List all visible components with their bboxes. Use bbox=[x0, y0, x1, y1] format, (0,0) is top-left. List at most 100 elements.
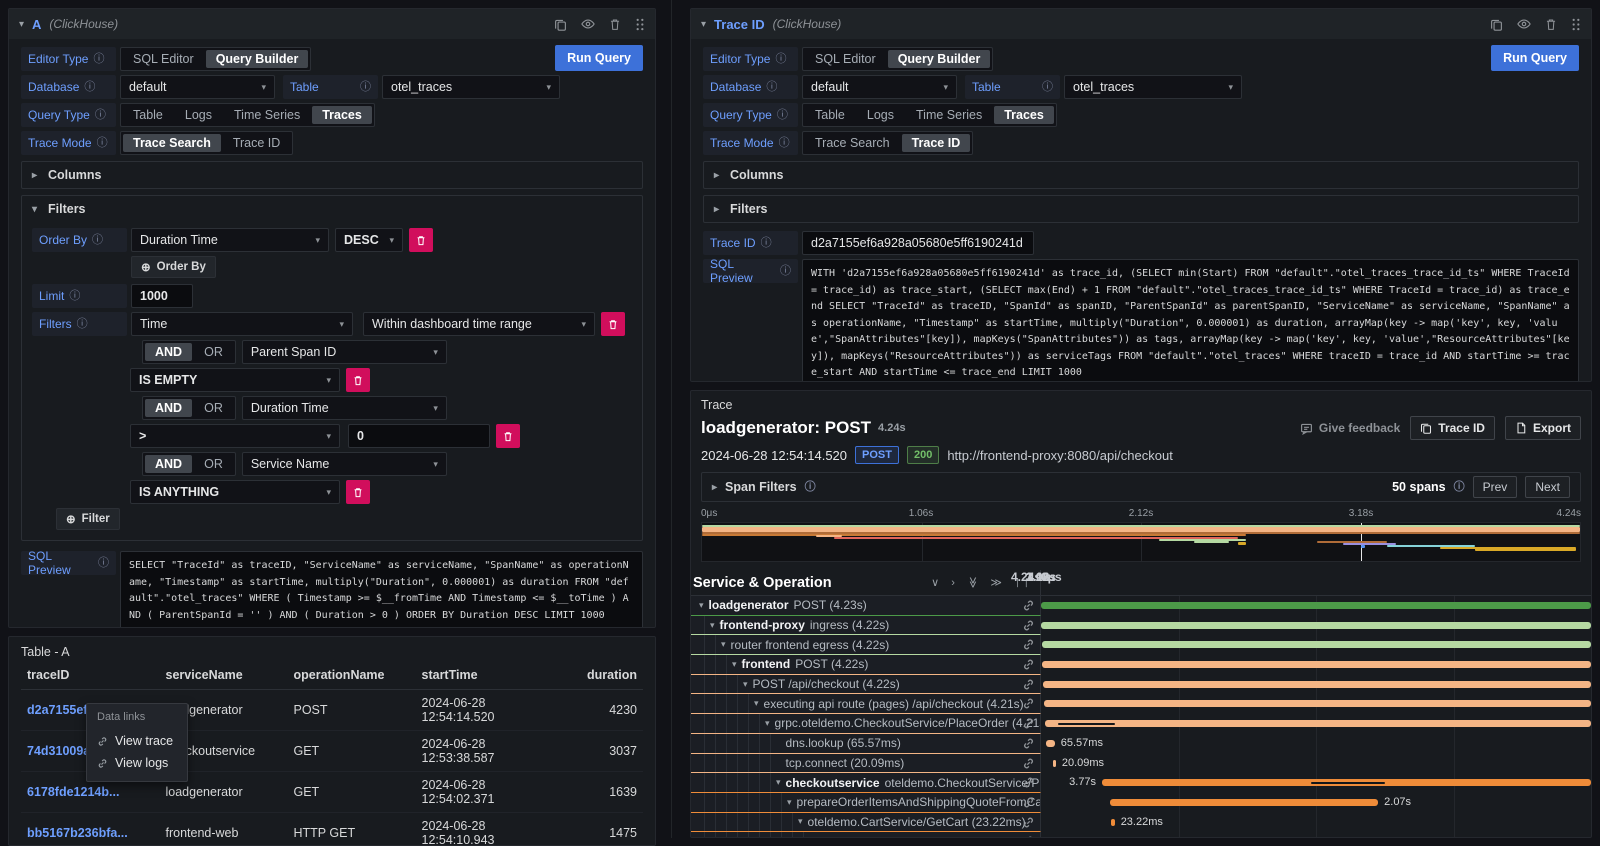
filters-toggle[interactable]: ▸Filters bbox=[704, 196, 1578, 222]
span-row[interactable]: ▾loadgeneratorPOST (4.23s) bbox=[691, 596, 1591, 616]
drag-handle-icon[interactable] bbox=[635, 18, 645, 31]
span-timeline-cell[interactable] bbox=[1041, 832, 1591, 838]
run-query-button[interactable]: Run Query bbox=[555, 45, 643, 71]
span-name-cell[interactable]: ▾router frontend egress (4.22s) bbox=[691, 635, 1041, 655]
info-icon[interactable]: ⓘ bbox=[69, 291, 80, 302]
condition-op-select[interactable]: IS EMPTY▾ bbox=[130, 368, 340, 392]
info-icon[interactable]: ⓘ bbox=[780, 266, 791, 277]
span-row[interactable]: ▾executing api route (pages) /api/checko… bbox=[691, 694, 1591, 714]
span-expand-chevron[interactable]: ▾ bbox=[776, 777, 781, 788]
trace-id-input[interactable]: d2a7155ef6a928a05680e5ff6190241d bbox=[802, 231, 1034, 255]
filter-field-select[interactable]: Time▾ bbox=[131, 312, 353, 336]
span-row[interactable]: ▾dns.lookup (65.57ms)65.57ms bbox=[691, 734, 1591, 754]
info-icon[interactable]: ⓘ bbox=[805, 482, 816, 493]
or-option[interactable]: OR bbox=[194, 399, 233, 417]
info-icon[interactable]: ⓘ bbox=[98, 558, 109, 569]
span-duration-bar[interactable] bbox=[1043, 681, 1591, 688]
query-builder-tab[interactable]: Query Builder bbox=[206, 50, 309, 68]
columns-toggle[interactable]: ▸Columns bbox=[22, 162, 642, 188]
trash-icon[interactable] bbox=[1545, 18, 1557, 31]
and-option[interactable]: AND bbox=[145, 399, 192, 417]
span-row[interactable]: ▾oteldemo.CartService/GetCart (23.22ms)2… bbox=[691, 813, 1591, 833]
trace-id-tab[interactable]: Trace ID bbox=[902, 134, 971, 152]
collapse-all-icon[interactable]: ≫ bbox=[966, 574, 979, 592]
span-timeline-cell[interactable]: 65.57ms bbox=[1041, 734, 1591, 754]
expand-one-icon[interactable]: › bbox=[948, 577, 958, 589]
and-option[interactable]: AND bbox=[145, 343, 192, 361]
info-icon[interactable]: ⓘ bbox=[97, 138, 108, 149]
filters-toggle[interactable]: ▾Filters bbox=[22, 196, 642, 222]
info-icon[interactable]: ⓘ bbox=[1042, 82, 1053, 93]
column-header-startTime[interactable]: startTime bbox=[416, 661, 566, 690]
query-type-traces[interactable]: Traces bbox=[994, 106, 1054, 124]
span-row[interactable]: ▾frontend-proxyingress (4.22s) bbox=[691, 616, 1591, 636]
export-button[interactable]: Export bbox=[1505, 416, 1581, 440]
database-select[interactable]: default▾ bbox=[120, 75, 275, 99]
info-icon[interactable]: ⓘ bbox=[766, 82, 777, 93]
delete-condition-button[interactable] bbox=[346, 480, 370, 504]
span-link-icon[interactable] bbox=[1022, 717, 1035, 733]
info-icon[interactable]: ⓘ bbox=[777, 110, 788, 121]
trash-icon[interactable] bbox=[609, 18, 621, 31]
column-header-duration[interactable]: duration bbox=[566, 661, 644, 690]
span-name-cell[interactable]: ▾loadgeneratorPOST (4.23s) bbox=[691, 596, 1041, 616]
span-duration-bar[interactable] bbox=[1110, 799, 1378, 806]
drag-handle-icon[interactable] bbox=[1571, 18, 1581, 31]
span-timeline-cell[interactable] bbox=[1041, 635, 1591, 655]
table-select[interactable]: otel_traces▾ bbox=[1064, 75, 1242, 99]
query-type-timeseries[interactable]: Time Series bbox=[906, 106, 992, 124]
duplicate-icon[interactable] bbox=[554, 18, 567, 31]
order-by-field-select[interactable]: Duration Time▾ bbox=[131, 228, 329, 252]
span-link-icon[interactable] bbox=[1022, 658, 1035, 674]
condition-value-input[interactable]: 0 bbox=[348, 424, 490, 448]
condition-field-select[interactable]: Duration Time▾ bbox=[242, 396, 447, 420]
span-name-cell[interactable]: ▾checkoutserviceoteldemo.CheckoutService… bbox=[691, 773, 1041, 793]
panel-a-header[interactable]: ▾ A (ClickHouse) bbox=[9, 9, 655, 39]
span-timeline-cell[interactable]: 2.07s bbox=[1041, 793, 1591, 813]
columns-toggle[interactable]: ▸Columns bbox=[704, 162, 1578, 188]
table-select[interactable]: otel_traces▾ bbox=[382, 75, 560, 99]
span-name-cell[interactable]: ▾POST /api/checkout (4.22s) bbox=[691, 675, 1041, 695]
span-filters-label[interactable]: Span Filters bbox=[725, 480, 797, 494]
span-timeline-cell[interactable] bbox=[1041, 694, 1591, 714]
span-name-cell[interactable]: ▾tcp.connect (20.09ms) bbox=[691, 754, 1041, 774]
span-filters-chevron[interactable]: ▸ bbox=[712, 482, 717, 493]
eye-icon[interactable] bbox=[581, 17, 595, 31]
span-expand-chevron[interactable]: ▾ bbox=[699, 600, 704, 611]
next-button[interactable]: Next bbox=[1525, 476, 1570, 498]
run-query-button[interactable]: Run Query bbox=[1491, 45, 1579, 71]
info-icon[interactable]: ⓘ bbox=[761, 238, 772, 249]
span-row[interactable]: ▾prepareOrderItemsAndShippingQuoteFromCa… bbox=[691, 793, 1591, 813]
span-link-icon[interactable] bbox=[1022, 816, 1035, 832]
trace-id-button[interactable]: Trace ID bbox=[1410, 416, 1495, 440]
span-timeline-cell[interactable] bbox=[1041, 714, 1591, 734]
query-type-logs[interactable]: Logs bbox=[857, 106, 904, 124]
panel-collapse-icon[interactable]: ▾ bbox=[701, 19, 706, 30]
info-icon[interactable]: ⓘ bbox=[95, 110, 106, 121]
span-link-icon[interactable] bbox=[1022, 796, 1035, 812]
info-icon[interactable]: ⓘ bbox=[92, 235, 103, 246]
info-icon[interactable]: ⓘ bbox=[1454, 482, 1465, 493]
column-header-serviceName[interactable]: serviceName bbox=[160, 661, 288, 690]
span-duration-bar[interactable] bbox=[1044, 700, 1591, 707]
span-link-icon[interactable] bbox=[1022, 757, 1035, 773]
info-icon[interactable]: ⓘ bbox=[775, 54, 786, 65]
sql-editor-tab[interactable]: SQL Editor bbox=[805, 50, 886, 68]
span-timeline-cell[interactable] bbox=[1041, 596, 1591, 616]
and-option[interactable]: AND bbox=[145, 455, 192, 473]
span-duration-bar[interactable] bbox=[1046, 740, 1055, 747]
span-expand-chevron[interactable]: ▾ bbox=[765, 718, 770, 729]
query-type-table[interactable]: Table bbox=[805, 106, 855, 124]
span-name-cell[interactable]: ▾prepareOrderItemsAndShippingQuoteFromCa… bbox=[691, 793, 1041, 813]
span-timeline-cell[interactable] bbox=[1041, 655, 1591, 675]
view-logs-link[interactable]: View logs bbox=[97, 752, 177, 774]
delete-filter-button[interactable] bbox=[601, 312, 625, 336]
span-link-icon[interactable] bbox=[1022, 599, 1035, 615]
condition-op-select[interactable]: >▾ bbox=[130, 424, 340, 448]
span-name-cell[interactable]: ▾dns.lookup (65.57ms) bbox=[691, 734, 1041, 754]
condition-field-select[interactable]: Service Name▾ bbox=[242, 452, 447, 476]
delete-condition-button[interactable] bbox=[496, 424, 520, 448]
info-icon[interactable]: ⓘ bbox=[779, 138, 790, 149]
collapse-one-icon[interactable]: ∨ bbox=[928, 576, 942, 589]
span-link-icon[interactable] bbox=[1022, 638, 1035, 654]
